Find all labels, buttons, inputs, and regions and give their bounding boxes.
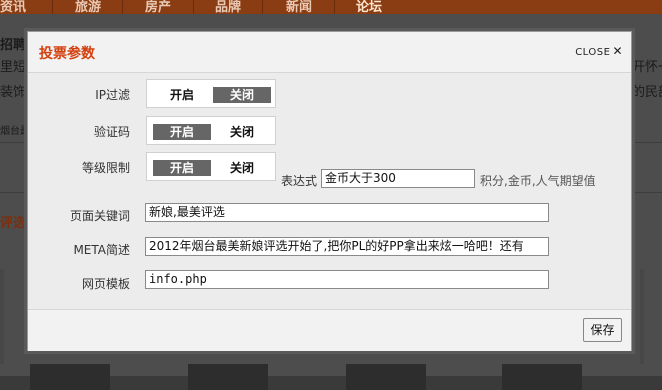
dialog-title: 投票参数 (39, 46, 95, 62)
close-icon: ✕ (612, 44, 623, 58)
expression-label: 表达式 (281, 174, 318, 188)
dialog-footer: 保存 (28, 309, 631, 351)
ip-filter-on-button[interactable]: 开启 (153, 87, 211, 103)
bg-snippet: 招聘 (0, 38, 27, 53)
expression-input[interactable]: 金币大于300 (321, 169, 475, 188)
keywords-input[interactable]: 新娘,最美评选 (145, 203, 549, 222)
template-input[interactable]: info.php (145, 270, 549, 289)
close-label: CLOSE (575, 47, 611, 58)
vote-settings-dialog: 投票参数 CLOSE ✕ IP过滤 开启 关闭 验证码 开启 关闭 等级限制 开启… (27, 31, 632, 351)
nav-item[interactable]: 旅游 (75, 0, 101, 14)
nav-item[interactable]: 房产 (145, 0, 171, 14)
template-label: 网页模板 (81, 277, 130, 291)
ip-filter-toggle: 开启 关闭 (146, 79, 276, 108)
bg-snippet: 的民部 (632, 85, 662, 100)
bg-thumbnail (188, 364, 268, 390)
meta-label: META简述 (73, 243, 130, 257)
nav-item[interactable]: 论坛 (356, 0, 382, 14)
captcha-toggle: 开启 关闭 (146, 116, 276, 145)
dialog-body: IP过滤 开启 关闭 验证码 开启 关闭 等级限制 开启 关闭 表达式 金币大于… (28, 73, 631, 309)
captcha-label: 验证码 (93, 125, 130, 139)
nav-item[interactable]: 新闻 (286, 0, 312, 14)
bg-thumbnail (502, 364, 582, 390)
bg-snippet: 开怀一 (632, 60, 662, 75)
bg-thumbnail (346, 364, 426, 390)
bg-snippet: 烟台最 (0, 126, 30, 137)
captcha-off-button[interactable]: 关闭 (213, 124, 271, 140)
ip-filter-label: IP过滤 (95, 88, 130, 102)
nav-item[interactable]: 资讯 (0, 0, 26, 14)
level-limit-label: 等级限制 (81, 161, 130, 175)
bg-snippet: 评选 (0, 216, 27, 231)
meta-input[interactable]: 2012年烟台最美新娘评选开始了,把你PL的好PP拿出来炫一哈吧！还有 (145, 237, 549, 256)
top-nav-bar: 资讯 旅游 房产 品牌 新闻 论坛 (0, 0, 662, 14)
ip-filter-off-button[interactable]: 关闭 (213, 87, 271, 103)
level-limit-toggle: 开启 关闭 (146, 152, 276, 181)
save-button[interactable]: 保存 (583, 318, 622, 342)
expression-hint: 积分,金币,人气期望值 (480, 174, 596, 188)
close-button[interactable]: CLOSE ✕ (575, 44, 623, 58)
keywords-label: 页面关键词 (69, 209, 130, 223)
bg-thumbnail (30, 364, 110, 390)
level-limit-off-button[interactable]: 关闭 (213, 160, 271, 176)
level-limit-on-button[interactable]: 开启 (153, 160, 211, 176)
dialog-header: 投票参数 CLOSE ✕ (28, 32, 631, 73)
captcha-on-button[interactable]: 开启 (153, 124, 211, 140)
nav-item[interactable]: 品牌 (215, 0, 241, 14)
bg-snippet: 装饰 (0, 85, 27, 100)
bg-snippet: 里短 (0, 60, 27, 75)
